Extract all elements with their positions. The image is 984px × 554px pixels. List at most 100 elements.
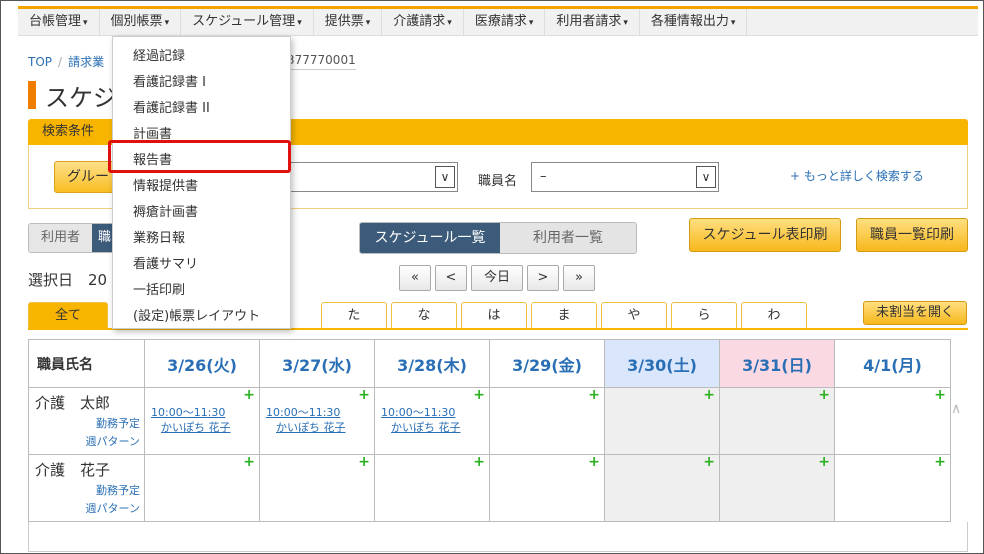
add-icon[interactable]: + (358, 388, 370, 402)
advanced-search-link[interactable]: + もっと詳しく検索する (790, 167, 924, 184)
menu-item-daily-report[interactable]: 業務日報 (133, 227, 185, 246)
menu-item-nursing-record-1[interactable]: 看護記録書 I (133, 71, 206, 90)
tab-kana-all[interactable]: 全て (28, 302, 108, 328)
nav-label: 医療請求 (474, 14, 527, 29)
nav-schedule[interactable]: スケジュール管理 ▾ (181, 9, 314, 35)
pager-next-button[interactable]: > (527, 265, 559, 291)
staff-name-value: – (540, 169, 547, 184)
open-unassigned-button[interactable]: 未割当を開く (863, 301, 967, 325)
weekly-pattern-link[interactable]: 週パターン (86, 500, 140, 516)
menu-item-nursing-summary[interactable]: 看護サマリ (133, 253, 198, 272)
schedule-cell[interactable]: + (604, 387, 720, 455)
schedule-cell[interactable]: + (834, 454, 951, 522)
add-icon[interactable]: + (934, 455, 946, 469)
schedule-cell[interactable]: + 10:00～11:30 かいぽち 花子 (144, 387, 260, 455)
tab-kana-wa[interactable]: わ (741, 302, 807, 328)
group-select[interactable]: ∨ (286, 162, 458, 192)
toggle-user[interactable]: 利用者 (29, 224, 93, 252)
menu-item-info-provision[interactable]: 情報提供書 (133, 175, 198, 194)
table-row: 介護 花子 勤務予定 週パターン + + + + + + + (28, 454, 951, 522)
tab-user-list[interactable]: 利用者一覧 (500, 223, 636, 253)
breadcrumb-billing[interactable]: 請求業 (68, 55, 104, 69)
caret-down-icon: ▾ (297, 18, 302, 28)
add-icon[interactable]: + (588, 388, 600, 402)
mode-toggle: 利用者 職 (28, 223, 119, 253)
nav-user-billing[interactable]: 利用者請求 ▾ (545, 9, 640, 35)
schedule-cell[interactable]: + (604, 454, 720, 522)
caret-down-icon: ▾ (528, 18, 534, 28)
staff-name: 介護 太郎 (35, 394, 111, 412)
add-icon[interactable]: + (934, 388, 946, 402)
menu-item-pressure-ulcer-plan[interactable]: 褥瘡計画書 (133, 201, 198, 220)
print-staff-button[interactable]: 職員一覧印刷 (856, 218, 968, 252)
nav-care-billing[interactable]: 介護請求 ▾ (382, 9, 464, 35)
nav-medical-billing[interactable]: 医療請求 ▾ (464, 9, 546, 35)
staff-name-header: 職員氏名 (28, 339, 145, 388)
schedule-cell[interactable]: + (144, 454, 260, 522)
nav-label: 介護請求 (393, 14, 446, 29)
add-icon[interactable]: + (473, 455, 485, 469)
add-icon[interactable]: + (243, 388, 255, 402)
tab-kana-na[interactable]: な (391, 302, 457, 328)
weekly-pattern-link[interactable]: 週パターン (86, 433, 140, 449)
tab-kana-ya[interactable]: や (601, 302, 667, 328)
add-icon[interactable]: + (243, 455, 255, 469)
menu-item-nursing-record-2[interactable]: 看護記録書 II (133, 97, 210, 116)
tab-kana-ha[interactable]: は (461, 302, 527, 328)
work-schedule-link[interactable]: 勤務予定 (96, 415, 140, 431)
schedule-cell[interactable]: + 10:00～11:30 かいぽち 花子 (259, 387, 375, 455)
menu-item-progress-record[interactable]: 経過記録 (133, 45, 185, 64)
nav-ledger[interactable]: 台帳管理 ▾ (18, 9, 100, 35)
appointment-link[interactable]: 10:00～11:30 かいぽち 花子 (381, 405, 461, 435)
chevron-down-icon: ∨ (696, 166, 716, 188)
schedule-cell[interactable]: + 10:00～11:30 かいぽち 花子 (374, 387, 490, 455)
add-icon[interactable]: + (703, 388, 715, 402)
schedule-cell[interactable]: + (489, 454, 605, 522)
add-icon[interactable]: + (703, 455, 715, 469)
appointment-link[interactable]: 10:00～11:30 かいぽち 花子 (151, 405, 231, 435)
schedule-cell[interactable]: + (489, 387, 605, 455)
pager-today-button[interactable]: 今日 (471, 265, 523, 291)
chevron-down-icon: ∨ (435, 166, 455, 188)
menu-item-batch-print[interactable]: 一括印刷 (133, 279, 185, 298)
breadcrumb-top[interactable]: TOP (28, 55, 52, 69)
appointment-client: かいぽち 花子 (391, 421, 461, 434)
pager-last-button[interactable]: » (563, 265, 595, 291)
schedule-cell[interactable]: + (719, 454, 835, 522)
nav-data-export[interactable]: 各種情報出力 ▾ (640, 9, 748, 35)
staff-cell: 介護 太郎 勤務予定 週パターン (28, 387, 145, 455)
tab-kana-ma[interactable]: ま (531, 302, 597, 328)
scroll-up-icon[interactable]: ∧ (951, 401, 961, 417)
add-icon[interactable]: + (473, 388, 485, 402)
add-icon[interactable]: + (588, 455, 600, 469)
caret-down-icon: ▾ (623, 18, 628, 28)
day-header: 3/26(火) (144, 339, 260, 388)
nav-individual-forms[interactable]: 個別帳票 ▾ (100, 9, 182, 35)
appointment-client: かいぽち 花子 (276, 421, 346, 434)
breadcrumb: TOP / 請求業 (28, 55, 105, 69)
pager-first-button[interactable]: « (399, 265, 431, 291)
pager-prev-button[interactable]: < (435, 265, 467, 291)
add-icon[interactable]: + (818, 388, 830, 402)
appointment-time: 10:00～11:30 (266, 406, 341, 419)
schedule-cell[interactable]: + (834, 387, 951, 455)
tab-kana-ta[interactable]: た (321, 302, 387, 328)
nav-service-slip[interactable]: 提供票 ▾ (314, 9, 383, 35)
add-icon[interactable]: + (818, 455, 830, 469)
tab-schedule-list[interactable]: スケジュール一覧 (360, 223, 500, 253)
staff-name-select[interactable]: – ∨ (531, 162, 719, 192)
caret-down-icon: ▾ (164, 18, 170, 28)
schedule-cell[interactable]: + (374, 454, 490, 522)
print-schedule-button[interactable]: スケジュール表印刷 (689, 218, 841, 252)
app-window: 台帳管理 ▾ 個別帳票 ▾ スケジュール管理 ▾ 提供票 ▾ 介護請求 ▾ 医療請求 ▾ 利… (0, 0, 984, 554)
appointment-link[interactable]: 10:00～11:30 かいぽち 花子 (266, 405, 346, 435)
schedule-cell[interactable]: + (259, 454, 375, 522)
grid-scroll-area[interactable] (28, 522, 968, 552)
add-icon[interactable]: + (358, 455, 370, 469)
menu-item-form-layout-settings[interactable]: (設定)帳票レイアウト (133, 305, 260, 324)
page-title: スケジ (45, 84, 117, 112)
work-schedule-link[interactable]: 勤務予定 (96, 482, 140, 498)
tab-kana-ra[interactable]: ら (671, 302, 737, 328)
office-id: 377770001 (287, 53, 356, 70)
schedule-cell[interactable]: + (719, 387, 835, 455)
